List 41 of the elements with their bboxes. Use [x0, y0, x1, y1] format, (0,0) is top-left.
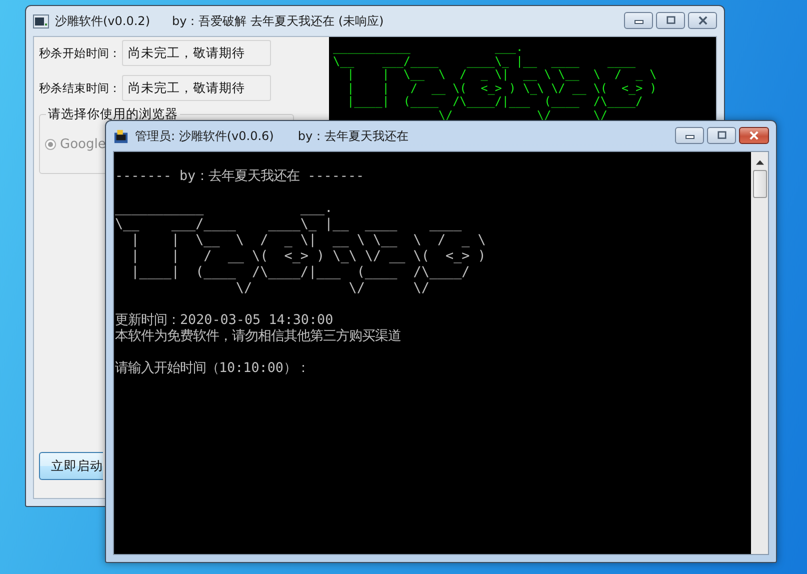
console-line: 请输入开始时间（10:10:00）：	[115, 361, 310, 377]
console-line: ___________ ___.	[115, 201, 334, 217]
minimize-button[interactable]	[624, 12, 653, 29]
field-label: 秒杀结束时间：	[39, 80, 122, 96]
window-byline: by：去年夏天我还在	[298, 128, 409, 144]
window-title: 沙雕软件(v0.0.2)	[55, 12, 150, 30]
console-line: ------- by：去年夏天我还在 -------	[115, 169, 366, 185]
window-byline: by：吾爱破解 去年夏天我还在 (未响应)	[172, 12, 384, 30]
console-line: \/ \/ \/	[234, 281, 430, 297]
ascii-art-line: ___________ ___.	[333, 41, 524, 54]
maximize-button[interactable]	[707, 127, 736, 144]
field-label: 秒杀开始时间：	[39, 46, 122, 60]
ascii-art-line: | | \__ \ / _ \| __ \ \__ \ / _ \	[347, 68, 658, 82]
console-line: 更新时间：2020-03-05 14:30:00	[115, 313, 334, 328]
minimize-button[interactable]	[675, 127, 704, 144]
time-field[interactable]: 尚未完工，敬请期待	[122, 75, 271, 101]
scrollbar-thumb[interactable]	[752, 170, 766, 198]
window-title: 管理员: 沙雕软件(v0.0.6)	[135, 128, 274, 144]
maximize-icon	[664, 16, 676, 25]
group-title: 请选择你使用的浏览器	[46, 106, 180, 123]
close-button[interactable]	[739, 127, 769, 144]
time-field[interactable]: 尚未完工，敬请期待	[122, 40, 271, 66]
console-line: 本软件为免费软件，请勿相信其他第三方购买渠道	[115, 329, 402, 345]
scrollbar[interactable]	[751, 152, 768, 554]
scroll-up-icon[interactable]	[756, 160, 764, 165]
ascii-art-line: |____| (____ /\____/|___ (____ /\____/	[346, 95, 644, 108]
close-icon	[696, 16, 708, 25]
ascii-art-line: | | / __ \( <_> ) \_\ \/ __ \( <_> )	[346, 82, 658, 95]
start-button[interactable]: 立即启动	[39, 452, 103, 480]
ascii-art-line: \__ ___/____ ____\_ |__ ____ ____	[333, 54, 637, 68]
program-icon	[113, 128, 129, 144]
console-icon	[33, 14, 49, 28]
console-line: |____| (____ /\____/|___ (____ /\____/	[130, 265, 471, 281]
close-button[interactable]	[688, 12, 717, 29]
close-icon	[748, 131, 760, 140]
console-line: | | \__ \ / _ \| __ \ \__ \ / _ \	[130, 233, 487, 249]
maximize-button[interactable]	[656, 12, 685, 29]
ascii-art-line: \/ \/ \/	[438, 108, 608, 122]
maximize-icon	[716, 131, 728, 140]
console-line: | | / __ \( <_> ) \_\ \/ __ \( <_> )	[130, 249, 487, 265]
console-line: \__ ___/____ ____\_ |__ ____ ____	[115, 217, 463, 233]
